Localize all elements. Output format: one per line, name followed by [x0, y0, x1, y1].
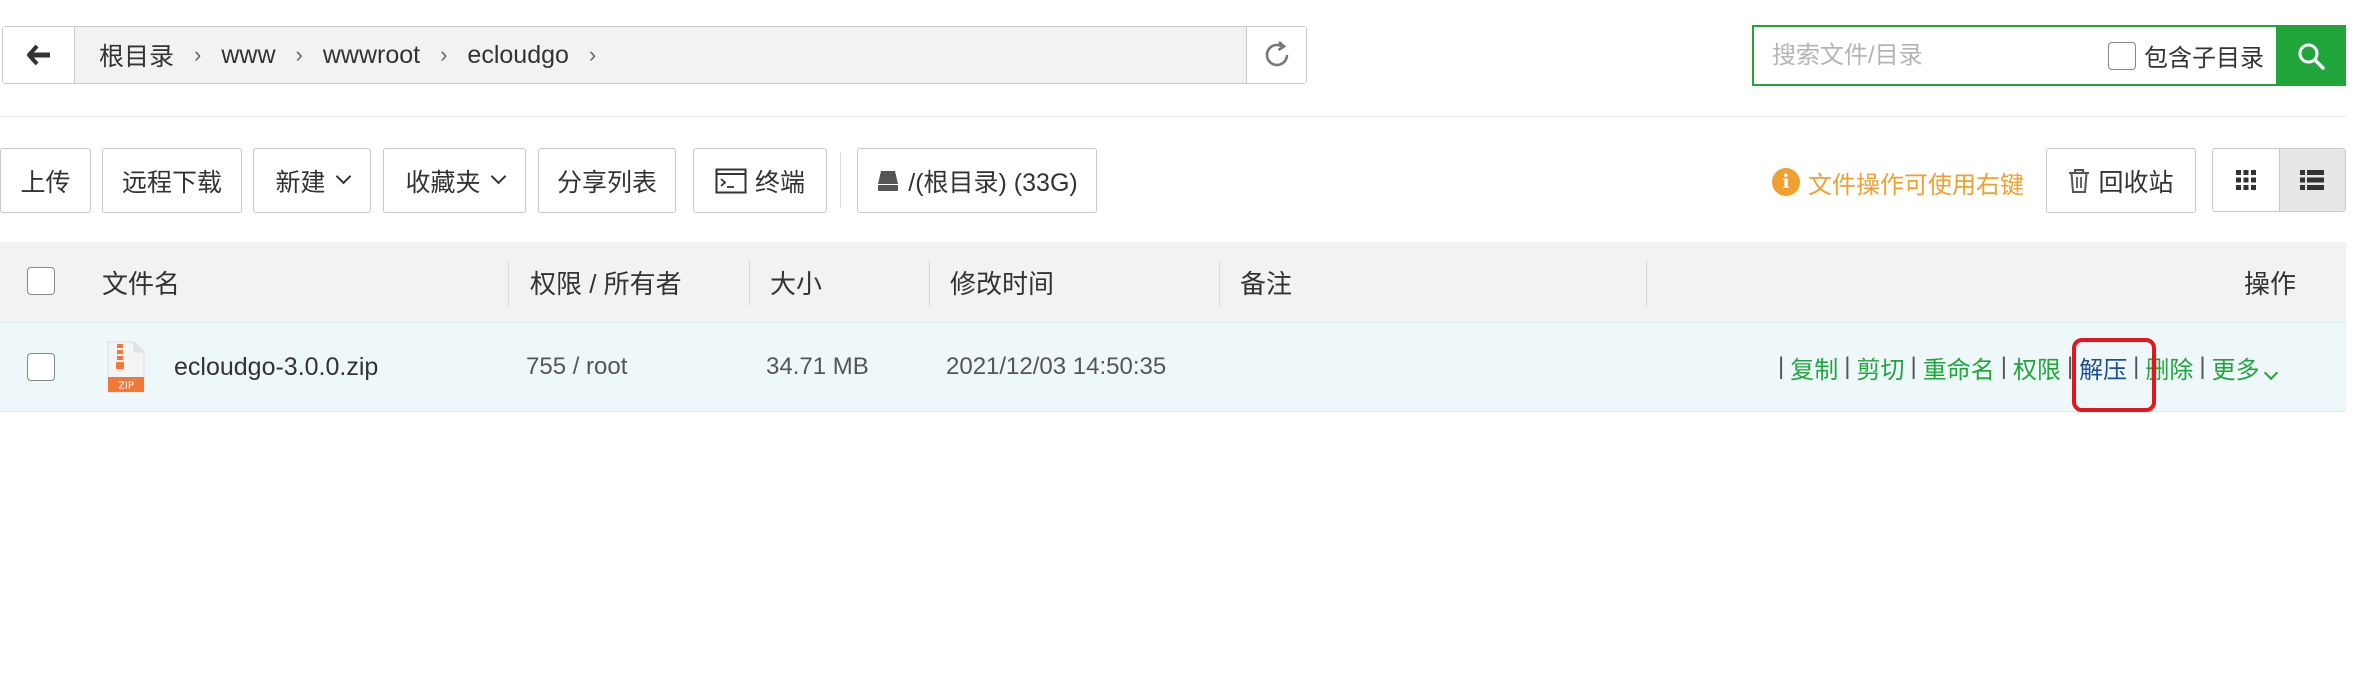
file-table-header: 文件名 权限 / 所有者 大小 修改时间 备注 操作	[0, 242, 2346, 322]
chevron-down-icon	[490, 168, 506, 185]
column-header-mtime[interactable]: 修改时间	[950, 242, 1054, 322]
info-icon: i	[1772, 168, 1800, 196]
row-actions: | 复制 | 剪切 | 重命名 | 权限 | 解压 | 删除 | 更多	[1778, 323, 2282, 411]
recycle-bin-button[interactable]: 回收站	[2046, 148, 2196, 213]
share-list-button[interactable]: 分享列表	[538, 148, 676, 213]
search-icon	[2298, 43, 2325, 70]
chevron-right-icon: ›	[194, 42, 202, 67]
rename-action[interactable]: 重命名	[1917, 350, 2001, 385]
breadcrumb-item-www[interactable]: www ›	[207, 41, 309, 70]
column-divider	[749, 260, 750, 306]
trash-icon	[2069, 168, 2090, 193]
breadcrumb-item-wwwroot[interactable]: wwwroot ›	[309, 41, 454, 70]
column-divider	[508, 260, 509, 306]
header-divider	[0, 116, 2346, 117]
search-button[interactable]	[2276, 25, 2346, 86]
chevron-down-icon	[2263, 365, 2278, 380]
zip-file-icon: ZIP	[106, 323, 146, 411]
file-mtime: 2021/12/03 14:50:35	[946, 353, 1167, 380]
list-icon	[2300, 170, 2325, 190]
include-subdir-checkbox[interactable]	[2108, 41, 2136, 70]
chevron-down-icon	[335, 168, 351, 185]
file-perm-owner[interactable]: 755 / root	[526, 323, 627, 411]
breadcrumb-item-ecloudgo[interactable]: ecloudgo ›	[453, 41, 602, 70]
svg-text:ZIP: ZIP	[118, 381, 134, 392]
column-header-note: 备注	[1240, 268, 1293, 299]
refresh-button[interactable]	[1246, 27, 1306, 83]
row-checkbox[interactable]	[27, 353, 55, 381]
view-toggle	[2212, 148, 2346, 212]
arrow-left-icon	[26, 44, 50, 66]
refresh-icon	[1265, 41, 1288, 67]
column-divider	[1219, 260, 1220, 306]
cut-action[interactable]: 剪切	[1850, 350, 1910, 385]
permission-action[interactable]: 权限	[2007, 350, 2067, 385]
select-all-checkbox[interactable]	[27, 267, 55, 295]
breadcrumb: 根目录 › www › wwwroot › ecloudgo ›	[75, 27, 1246, 83]
column-header-actions: 操作	[2244, 268, 2297, 299]
chevron-right-icon: ›	[440, 42, 448, 67]
disk-button[interactable]: /(根目录) (33G)	[857, 148, 1097, 213]
remote-download-button[interactable]: 远程下载	[102, 148, 242, 213]
disk-icon	[878, 170, 899, 191]
new-dropdown[interactable]: 新建	[253, 148, 371, 213]
chevron-right-icon: ›	[588, 42, 597, 67]
breadcrumb-item-root[interactable]: 根目录 ›	[85, 37, 207, 73]
chevron-right-icon: ›	[295, 42, 303, 67]
include-subdir-toggle[interactable]: 包含子目录	[2108, 38, 2264, 73]
context-menu-tip: i 文件操作可使用右键	[1772, 164, 2024, 200]
grid-icon	[2235, 170, 2256, 190]
delete-action[interactable]: 删除	[2139, 350, 2199, 385]
upload-button[interactable]: 上传	[0, 148, 91, 213]
back-button[interactable]	[3, 27, 75, 83]
include-subdir-label: 包含子目录	[2144, 45, 2264, 72]
column-header-name[interactable]: 文件名	[102, 242, 180, 322]
extract-action[interactable]: 解压	[2073, 350, 2133, 385]
file-name[interactable]: ecloudgo-3.0.0.zip	[174, 323, 378, 411]
column-header-size[interactable]: 大小	[770, 242, 822, 322]
path-bar: 根目录 › www › wwwroot › ecloudgo ›	[2, 26, 1307, 84]
search-input[interactable]	[1754, 27, 2084, 84]
terminal-button[interactable]: 终端	[693, 148, 827, 213]
table-row[interactable]: ZIP ecloudgo-3.0.0.zip 755 / root 34.71 …	[0, 322, 2346, 412]
terminal-icon	[715, 168, 747, 193]
column-header-perm[interactable]: 权限 / 所有者	[530, 242, 682, 322]
more-action[interactable]: 更多	[2206, 350, 2282, 385]
file-size: 34.71 MB	[766, 353, 869, 380]
favorites-dropdown[interactable]: 收藏夹	[383, 148, 526, 213]
grid-view-button[interactable]	[2213, 149, 2279, 211]
column-divider	[929, 260, 930, 306]
copy-action[interactable]: 复制	[1784, 350, 1844, 385]
search-box: 包含子目录	[1752, 25, 2346, 86]
toolbar-divider	[840, 152, 841, 208]
list-view-button[interactable]	[2278, 149, 2345, 211]
column-divider	[1646, 260, 1647, 306]
